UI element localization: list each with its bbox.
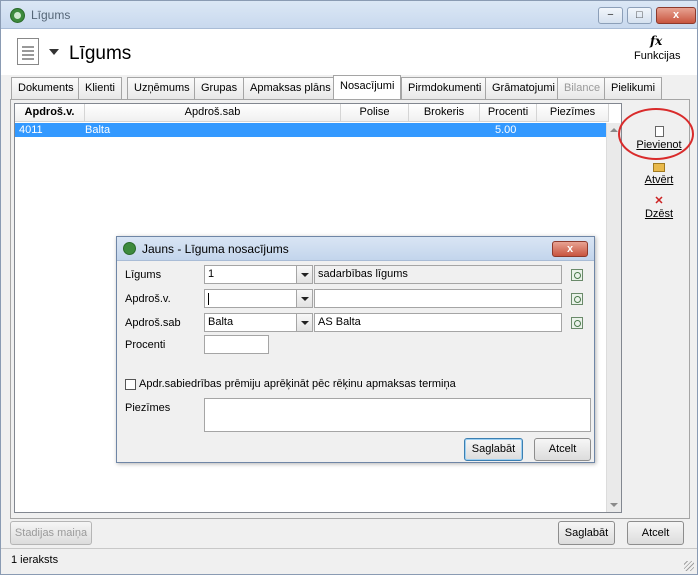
apdros-v-label: Apdroš.v. [125, 293, 171, 305]
main-window: Līgums − □ x Līgums fx Funkcijas Dokumen… [0, 0, 698, 575]
dialog-title: Jauns - Līguma nosacījums [142, 242, 289, 256]
apdros-v-combo[interactable] [204, 289, 297, 308]
column-header-brokeris[interactable]: Brokeris [409, 104, 480, 122]
delete-x-icon: ✕ [654, 195, 664, 207]
dialog-logo-icon [123, 242, 136, 255]
piezimes-label: Piezīmes [125, 402, 171, 414]
scroll-up-icon[interactable] [610, 128, 618, 132]
dialog-save-button[interactable]: Saglabāt [464, 438, 523, 461]
status-bar: 1 ieraksts [1, 548, 697, 574]
tab-nosacijumi[interactable]: Nosacījumi [333, 75, 402, 99]
app-logo-icon [10, 8, 25, 23]
apdros-sab-label: Apdroš.sab [125, 317, 181, 329]
tab-bilance: Bilance [557, 77, 608, 99]
delete-button[interactable]: ✕ Dzēst [629, 195, 689, 221]
grid-scrollbar[interactable] [606, 123, 621, 512]
cancel-button[interactable]: Atcelt [627, 521, 684, 545]
new-condition-dialog: Jauns - Līguma nosacījums x Līgums 1 sad… [116, 236, 595, 463]
premium-calculation-checkbox[interactable] [125, 379, 136, 390]
tab-pirmdokumenti[interactable]: Pirmdokumenti [401, 77, 489, 99]
premium-calculation-label: Apdr.sabiedrības prēmiju aprēķināt pēc r… [139, 378, 456, 390]
tab-gramatojumi[interactable]: Grāmatojumi [485, 77, 562, 99]
window-title: Līgums [31, 8, 71, 22]
document-header: Līgums fx Funkcijas [1, 29, 697, 75]
ligums-lookup-icon[interactable] [571, 269, 583, 281]
tab-apmaksas-plans[interactable]: Apmaksas plāns [243, 77, 338, 99]
apdros-sab-combo[interactable]: Balta [204, 313, 297, 332]
open-button[interactable]: Atvērt [629, 163, 689, 186]
functions-icon[interactable]: fx [650, 34, 662, 48]
dialog-title-bar[interactable]: Jauns - Līguma nosacījums x [117, 237, 594, 261]
tab-klienti[interactable]: Klienti [78, 77, 122, 99]
apdros-v-lookup-icon[interactable] [571, 293, 583, 305]
text-cursor [208, 293, 209, 305]
ligums-dropdown-icon[interactable] [296, 265, 313, 284]
folder-open-icon [653, 163, 665, 172]
save-button[interactable]: Saglabāt [558, 521, 615, 545]
document-menu-arrow-icon[interactable] [49, 49, 59, 55]
apdros-sab-description: AS Balta [314, 313, 562, 332]
document-icon [17, 38, 39, 65]
tab-grupas[interactable]: Grupas [194, 77, 245, 99]
column-header-procenti[interactable]: Procenti [480, 104, 537, 122]
highlight-ring [618, 108, 694, 160]
open-button-label: Atvērt [644, 174, 674, 186]
resize-grip-icon[interactable] [684, 561, 694, 571]
cell-procenti: 5.00 [495, 124, 517, 136]
table-row[interactable]: 4011 Balta 5.00 [15, 123, 609, 137]
apdros-sab-lookup-icon[interactable] [571, 317, 583, 329]
ligums-combo[interactable]: 1 [204, 265, 297, 284]
minimize-button[interactable]: − [598, 7, 623, 24]
procenti-input[interactable] [204, 335, 269, 354]
dialog-cancel-button[interactable]: Atcelt [534, 438, 591, 461]
ligums-description: sadarbības līgums [314, 265, 562, 284]
column-header-apdros-v[interactable]: Apdroš.v. [15, 104, 85, 122]
tab-dokuments[interactable]: Dokuments [11, 77, 81, 99]
cell-apdros-v: 4011 [19, 124, 43, 136]
piezimes-textarea[interactable] [204, 398, 591, 432]
apdros-sab-dropdown-icon[interactable] [296, 313, 313, 332]
stage-change-button: Stadijas maiņa [10, 521, 92, 545]
grid-header: Apdroš.v. Apdroš.sab Polise Brokeris Pro… [15, 104, 609, 122]
column-header-polise[interactable]: Polise [341, 104, 409, 122]
tab-pielikumi[interactable]: Pielikumi [604, 77, 663, 99]
column-header-apdros-sab[interactable]: Apdroš.sab [85, 104, 341, 122]
record-count: 1 ieraksts [11, 554, 59, 566]
apdros-v-dropdown-icon[interactable] [296, 289, 313, 308]
apdros-v-description [314, 289, 562, 308]
maximize-button[interactable]: □ [627, 7, 652, 24]
tab-uznemums[interactable]: Uzņēmums [127, 77, 197, 99]
close-button[interactable]: x [656, 7, 696, 24]
delete-button-label: Dzēst [644, 208, 674, 220]
procenti-label: Procenti [125, 339, 166, 351]
cell-apdros-sab: Balta [85, 124, 111, 136]
scroll-down-icon[interactable] [610, 503, 618, 507]
functions-button[interactable]: Funkcijas [634, 50, 680, 62]
document-title: Līgums [69, 43, 132, 64]
dialog-close-button[interactable]: x [552, 241, 588, 257]
title-bar[interactable]: Līgums − □ x [1, 1, 697, 29]
ligums-label: Līgums [125, 269, 162, 281]
column-header-piezimes[interactable]: Piezīmes [537, 104, 609, 122]
